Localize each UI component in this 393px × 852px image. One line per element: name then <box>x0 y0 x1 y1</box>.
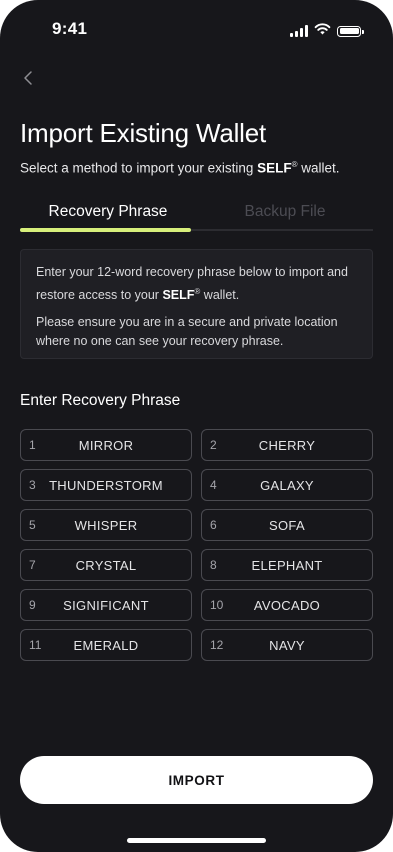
word-field-1[interactable]: 1 MIRROR <box>20 429 192 461</box>
tab-recovery-phrase[interactable]: Recovery Phrase <box>20 198 196 226</box>
status-time: 9:41 <box>52 19 88 38</box>
word-field-12[interactable]: 12 NAVY <box>201 629 373 661</box>
word-field-3[interactable]: 3 THUNDERSTORM <box>20 469 192 501</box>
page-subtitle: Select a method to import your existing … <box>20 160 340 176</box>
word-value: CRYSTAL <box>75 557 137 573</box>
word-index: 6 <box>210 518 217 532</box>
word-index: 2 <box>210 438 217 452</box>
word-field-8[interactable]: 8 ELEPHANT <box>201 549 373 581</box>
word-value: ELEPHANT <box>251 557 323 573</box>
word-field-10[interactable]: 10 AVOCADO <box>201 589 373 621</box>
word-value: NAVY <box>269 637 305 653</box>
word-value: EMERALD <box>73 637 139 653</box>
info-brand-name: SELF <box>162 288 195 303</box>
word-index: 1 <box>29 438 36 452</box>
word-index: 10 <box>210 598 224 612</box>
word-field-7[interactable]: 7 CRYSTAL <box>20 549 192 581</box>
word-value: AVOCADO <box>253 597 321 613</box>
word-value: MIRROR <box>78 437 134 453</box>
word-index: 4 <box>210 478 217 492</box>
word-index: 5 <box>29 518 36 532</box>
word-value: WHISPER <box>74 517 138 533</box>
word-value: SOFA <box>269 517 305 533</box>
home-indicator <box>127 838 266 843</box>
info-text-1-suffix: wallet. <box>200 288 240 303</box>
active-tab-indicator <box>20 228 191 232</box>
phone-screen: 9:41 Import Existing Wallet Select a met… <box>0 0 393 852</box>
word-value: GALAXY <box>260 477 314 493</box>
word-value: CHERRY <box>258 437 316 453</box>
word-index: 9 <box>29 598 36 612</box>
word-field-9[interactable]: 9 SIGNIFICANT <box>20 589 192 621</box>
info-text-1: Enter your 12-word recovery phrase below… <box>36 263 357 305</box>
word-index: 12 <box>210 638 224 652</box>
word-field-5[interactable]: 5 WHISPER <box>20 509 192 541</box>
status-icons <box>290 22 364 40</box>
signal-icon <box>290 25 308 37</box>
word-field-4[interactable]: 4 GALAXY <box>201 469 373 501</box>
battery-icon <box>337 25 364 37</box>
word-value: THUNDERSTORM <box>49 477 163 493</box>
info-text-2: Please ensure you are in a secure and pr… <box>36 315 338 349</box>
word-index: 3 <box>29 478 36 492</box>
word-value: SIGNIFICANT <box>63 597 149 613</box>
subtitle-suffix: wallet. <box>297 160 340 176</box>
word-index: 7 <box>29 558 36 572</box>
recovery-word-grid: 1 MIRROR 2 CHERRY 3 THUNDERSTORM 4 GALAXY 5 W… <box>20 429 373 661</box>
word-index: 8 <box>210 558 217 572</box>
info-card: Enter your 12-word recovery phrase below… <box>20 249 373 359</box>
word-field-6[interactable]: 6 SOFA <box>201 509 373 541</box>
word-field-11[interactable]: 11 EMERALD <box>20 629 192 661</box>
back-button[interactable] <box>18 66 38 90</box>
chevron-left-icon <box>24 71 32 85</box>
word-field-2[interactable]: 2 CHERRY <box>201 429 373 461</box>
brand-name: SELF <box>257 160 292 176</box>
tab-backup-file[interactable]: Backup File <box>197 198 373 226</box>
import-method-tabs: Recovery Phrase Backup File <box>20 198 373 234</box>
page-title: Import Existing Wallet <box>20 118 267 148</box>
word-index: 11 <box>29 638 42 652</box>
recovery-section-title: Enter Recovery Phrase <box>20 392 181 409</box>
import-button[interactable]: IMPORT <box>20 756 373 804</box>
status-bar: 9:41 <box>0 0 393 56</box>
subtitle-text: Select a method to import your existing <box>20 160 258 176</box>
wifi-icon <box>314 22 331 40</box>
